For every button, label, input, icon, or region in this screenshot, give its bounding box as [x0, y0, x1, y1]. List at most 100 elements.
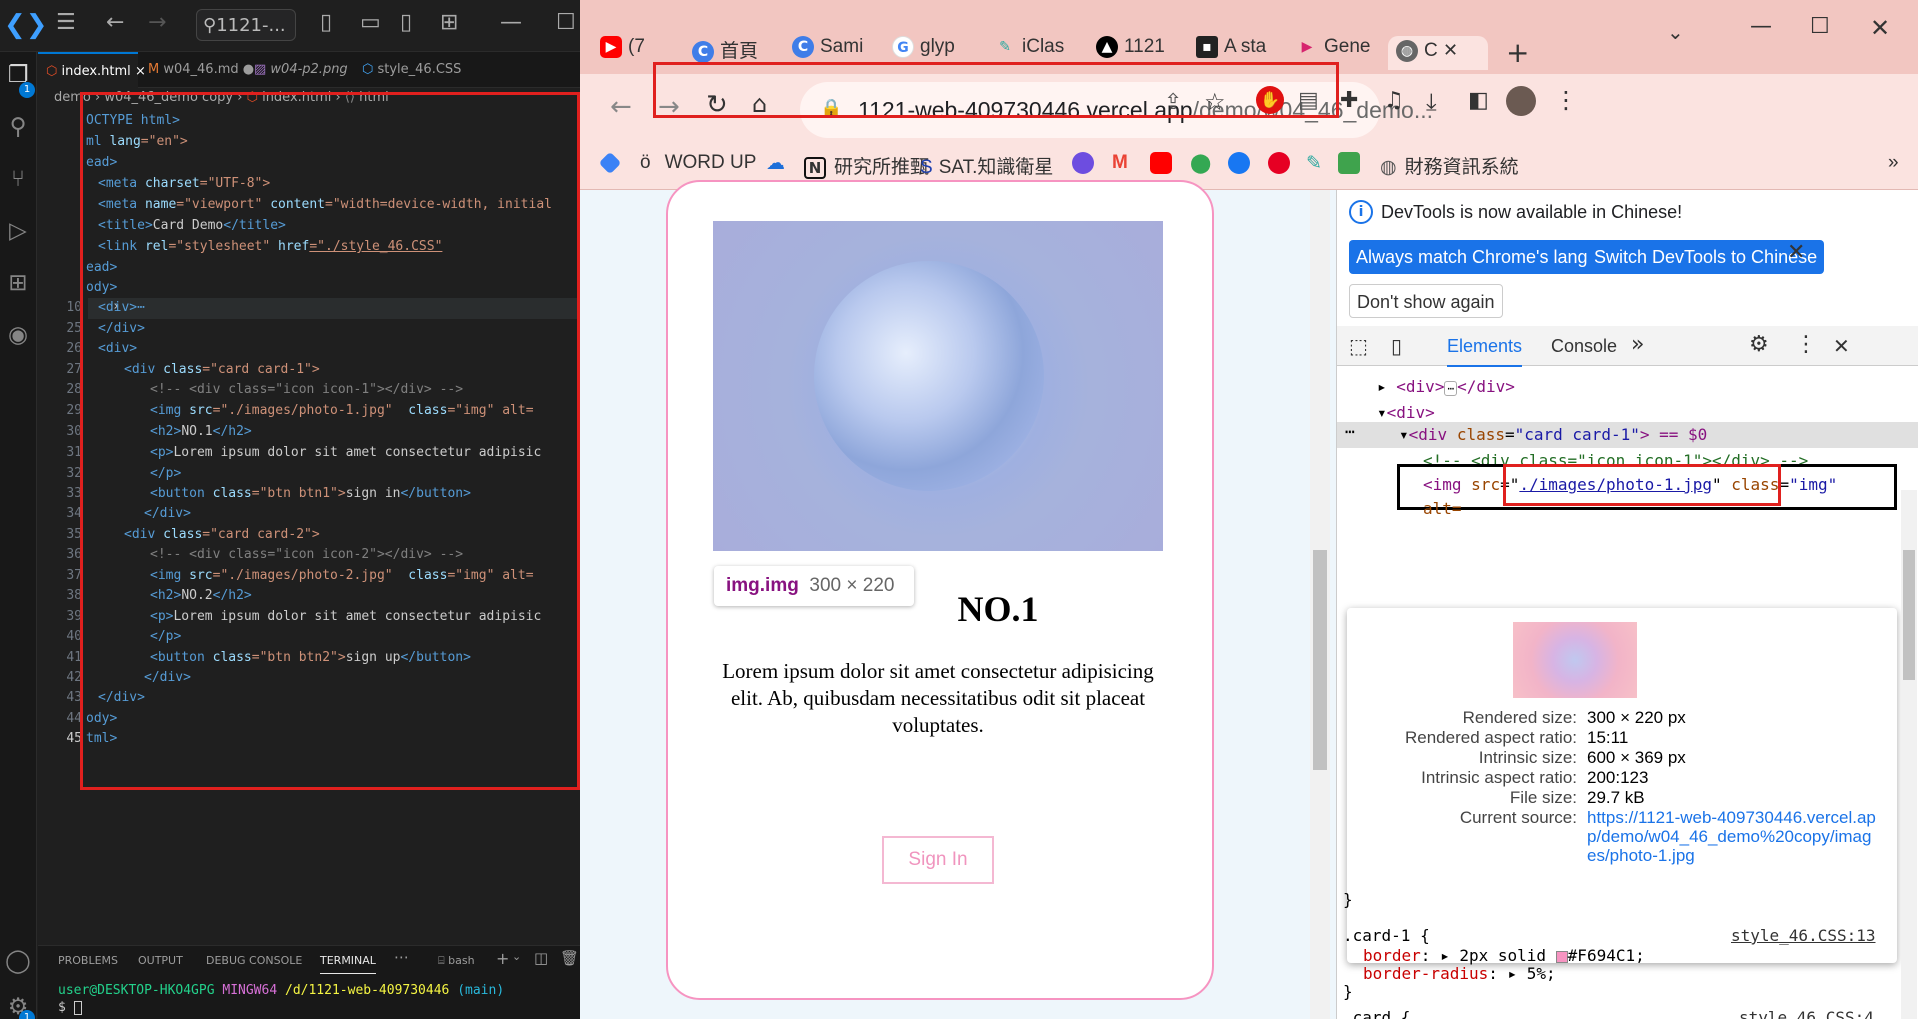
scrollbar-thumb[interactable]: [1903, 550, 1915, 680]
trash-icon[interactable]: 🗑: [560, 949, 579, 967]
toggle-sidebar-icon[interactable]: ▯: [320, 10, 332, 35]
dont-show-again-button[interactable]: Don't show again: [1349, 284, 1503, 318]
scrollbar-thumb[interactable]: [1313, 550, 1327, 770]
command-search-input[interactable]: ⚲1121-...: [196, 9, 296, 41]
tab-console[interactable]: Console: [1551, 336, 1617, 357]
chrome-menu-icon[interactable]: ⋮: [1554, 86, 1578, 114]
bookmark-finance[interactable]: ◍ 財務資訊系統: [1380, 152, 1519, 179]
add-terminal-icon[interactable]: +: [496, 949, 509, 968]
terminal-prompt-line[interactable]: user@DESKTOP-HKO4GPG MINGW64 /d/1121-web…: [58, 983, 504, 998]
tab-w04-p2-png[interactable]: ▨ w04-p2.png: [246, 52, 354, 88]
bookmark-c[interactable]: [1072, 152, 1102, 174]
close-devtools-icon[interactable]: ✕: [1833, 334, 1850, 358]
account-icon[interactable]: ◯: [4, 948, 32, 976]
document-icon[interactable]: ▤: [1298, 88, 1319, 113]
dom-attr: class: [1456, 425, 1505, 444]
extension-red-icon[interactable]: ✋: [1256, 86, 1284, 114]
maximize-icon[interactable]: ☐: [1810, 14, 1830, 39]
collapse-arrow-icon: ▾: [1377, 403, 1387, 422]
layout-icon[interactable]: ⊞: [440, 10, 458, 35]
toggle-panel-icon[interactable]: ▭: [360, 10, 381, 35]
forward-arrow-icon[interactable]: →: [148, 10, 166, 35]
rule-selector[interactable]: .card {: [1343, 1008, 1410, 1019]
bookmark-star-icon[interactable]: ☆: [1204, 88, 1226, 116]
panel-tab-problems[interactable]: PROBLEMS: [58, 954, 118, 967]
devtools-scrollbar[interactable]: [1901, 490, 1917, 1019]
color-swatch[interactable]: [1555, 950, 1568, 963]
close-icon[interactable]: ✕: [1787, 240, 1805, 265]
bookmark-gmail[interactable]: M: [1112, 152, 1128, 174]
settings-gear-icon[interactable]: ⚙: [1749, 332, 1769, 357]
bookmark-notion[interactable]: N 研究所推甄: [804, 152, 929, 179]
close-window-icon[interactable]: ✕: [1870, 14, 1890, 42]
search-icon[interactable]: ⚲: [4, 114, 32, 142]
panel-tab-debug-console[interactable]: DEBUG CONSOLE: [206, 954, 302, 967]
back-arrow-icon[interactable]: ←: [106, 10, 124, 35]
menu-icon[interactable]: ☰: [56, 10, 76, 35]
back-icon[interactable]: ←: [610, 92, 632, 122]
device-toolbar-icon[interactable]: ▯: [1391, 334, 1402, 358]
rule-source-link[interactable]: style_46.CSS:13: [1731, 926, 1876, 945]
style-property[interactable]: border-radius: ▸ 5%;: [1363, 964, 1556, 983]
rule-source-link[interactable]: style_46.CSS:4: [1739, 1008, 1874, 1019]
minimize-icon[interactable]: —: [500, 10, 522, 35]
extensions-puzzle-icon[interactable]: ✚: [1340, 88, 1358, 113]
extensions-icon[interactable]: ⊞: [4, 270, 32, 298]
panel-tab-terminal[interactable]: TERMINAL: [320, 954, 376, 974]
download-icon[interactable]: ⤓: [1426, 88, 1437, 116]
more-tabs-icon[interactable]: »: [1631, 332, 1644, 357]
source-link[interactable]: https://1121-web-409730446.vercel.app/de…: [1587, 808, 1877, 865]
bookmarks-overflow[interactable]: »: [1888, 152, 1899, 174]
tab-style-46-css[interactable]: ⬡ style_46.CSS: [354, 52, 474, 88]
tab-elements[interactable]: Elements: [1447, 336, 1523, 367]
bookmark-diamond[interactable]: [598, 151, 626, 175]
bookmark-facebook[interactable]: [1228, 152, 1258, 174]
maximize-icon[interactable]: ☐: [556, 10, 576, 35]
more-icon[interactable]: ⋯: [394, 948, 409, 966]
chrome-tab-active[interactable]: ◍ C ✕: [1388, 36, 1488, 70]
bookmark-onedrive[interactable]: ☁: [766, 152, 785, 175]
devtools-menu-icon[interactable]: ⋮: [1795, 332, 1817, 357]
explorer-badge: 1: [19, 82, 35, 98]
line-number: 10: [66, 300, 82, 315]
source-control-icon[interactable]: ⑂: [4, 166, 32, 194]
chevron-down-icon[interactable]: ⌄: [512, 950, 521, 963]
bookmark-sat[interactable]: S SAT.知識衛星: [920, 152, 1053, 179]
terminal-shell-select[interactable]: ⌸ bash: [438, 954, 475, 968]
share-icon[interactable]: ⇪: [1164, 90, 1182, 115]
bookmark-green[interactable]: [1338, 152, 1368, 174]
tab-search-icon[interactable]: ⌄: [1667, 20, 1684, 44]
rule-selector[interactable]: .card-1 {: [1343, 926, 1430, 945]
panel-tab-output[interactable]: OUTPUT: [138, 954, 183, 967]
youtube-icon: ▶: [600, 36, 622, 58]
inspect-element-icon[interactable]: ⬚: [1349, 334, 1368, 358]
edge-icon[interactable]: ◉: [4, 322, 32, 350]
popup-label: Current source:: [1459, 808, 1577, 827]
run-debug-icon[interactable]: ▷: [4, 218, 32, 246]
side-panel-icon[interactable]: ◧: [1468, 88, 1489, 113]
close-tab-icon[interactable]: ✕: [1443, 40, 1458, 60]
dom-node-selected[interactable]: ⋯ ▾<div class="card card-1"> == $0: [1337, 422, 1918, 448]
reading-list-icon[interactable]: ♫: [1384, 88, 1404, 113]
terminal-input-line[interactable]: $: [58, 1000, 82, 1015]
bookmark-iclass[interactable]: ✎: [1306, 152, 1322, 175]
page-scrollbar[interactable]: [1310, 190, 1330, 1019]
toggle-secondary-sidebar-icon[interactable]: ▯: [400, 10, 412, 35]
minimize-icon[interactable]: —: [1750, 14, 1772, 39]
bookmark-maps[interactable]: ⬤: [1190, 152, 1211, 175]
map-pin-icon: ⬤: [1190, 153, 1212, 174]
dom-node[interactable]: ▸ <div> ⋯ </div>: [1377, 374, 1918, 400]
tab-index-html[interactable]: ⬡ index.html ×: [38, 52, 146, 88]
style-property[interactable]: border: ▸ 2px solid #F694C1;: [1363, 946, 1645, 965]
bookmark-pinterest[interactable]: [1268, 152, 1298, 174]
tab-w04-46-md[interactable]: M w04_46.md ●: [140, 52, 254, 88]
bookmark-youtube[interactable]: [1150, 152, 1180, 174]
avatar[interactable]: [1506, 86, 1536, 116]
new-tab-icon[interactable]: +: [1506, 36, 1529, 69]
bookmark-word-up[interactable]: ö WORD UP: [640, 152, 756, 174]
property-value: 2px solid: [1459, 946, 1547, 965]
split-terminal-icon[interactable]: ◫: [534, 949, 548, 967]
bookmark-label: SAT.知識衛星: [938, 157, 1054, 178]
dom-node[interactable]: alt=: [1423, 496, 1918, 522]
sign-in-button[interactable]: Sign In: [882, 836, 994, 884]
